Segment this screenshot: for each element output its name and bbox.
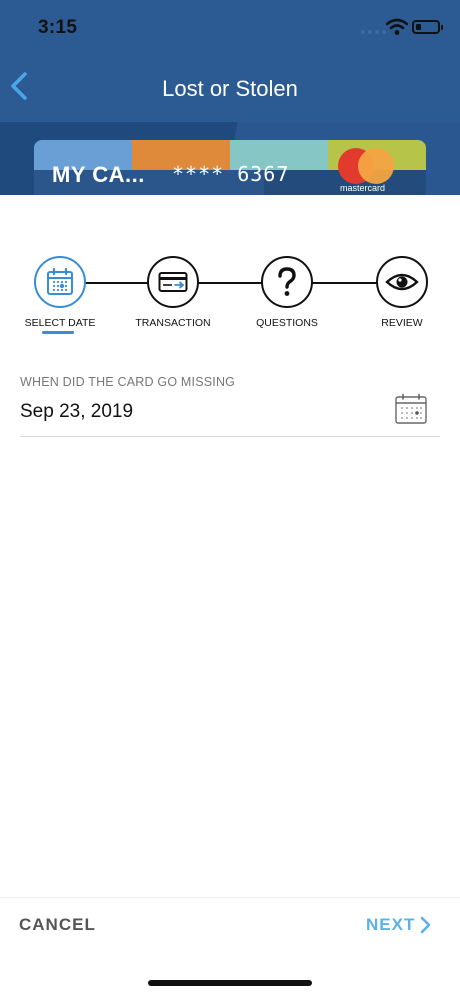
navigation-bar: Lost or Stolen — [0, 56, 460, 122]
cancel-button[interactable]: CANCEL — [19, 915, 96, 935]
step-label: QUESTIONS — [256, 317, 318, 329]
footer-divider — [0, 897, 460, 898]
step-label: REVIEW — [381, 317, 423, 329]
step-review[interactable]: REVIEW — [342, 256, 460, 329]
step-select-date[interactable]: SELECT DATE — [0, 256, 120, 329]
question-icon — [278, 267, 296, 296]
battery-icon — [412, 20, 443, 34]
step-label: SELECT DATE — [24, 317, 96, 329]
date-field-label: WHEN DID THE CARD GO MISSING — [20, 375, 236, 389]
page-title: Lost or Stolen — [162, 76, 298, 101]
card-name: MY CA... — [52, 162, 145, 187]
next-button[interactable]: NEXT — [366, 915, 431, 935]
mastercard-logo-icon — [338, 148, 394, 184]
active-step-indicator — [42, 331, 74, 334]
progress-stepper: SELECT DATE TRANSACTION QUESTIONS REVIEW — [0, 256, 460, 346]
step-questions[interactable]: QUESTIONS — [227, 256, 347, 329]
field-divider — [20, 436, 440, 437]
card-brand: mastercard — [340, 183, 386, 193]
card-icon — [158, 272, 188, 292]
calendar-icon — [47, 267, 73, 295]
status-time: 3:15 — [38, 17, 78, 38]
eye-icon — [385, 273, 419, 291]
cellular-signal-icon — [361, 30, 386, 34]
card-number: **** 6367 — [172, 162, 290, 186]
home-indicator — [148, 980, 312, 986]
card-banner: MY CA... **** 6367 mastercard — [0, 122, 460, 195]
next-button-label: NEXT — [366, 915, 416, 934]
card-image: MY CA... **** 6367 mastercard — [34, 140, 426, 195]
chevron-right-icon — [421, 916, 431, 934]
calendar-picker-icon[interactable] — [394, 393, 428, 425]
step-label: TRANSACTION — [135, 317, 211, 329]
app-header: 3:15 Lost or Stolen — [0, 0, 460, 122]
wifi-icon — [386, 18, 408, 35]
step-transaction[interactable]: TRANSACTION — [113, 256, 233, 329]
status-bar: 3:15 — [0, 0, 460, 56]
date-field[interactable]: Sep 23, 2019 — [20, 401, 133, 423]
